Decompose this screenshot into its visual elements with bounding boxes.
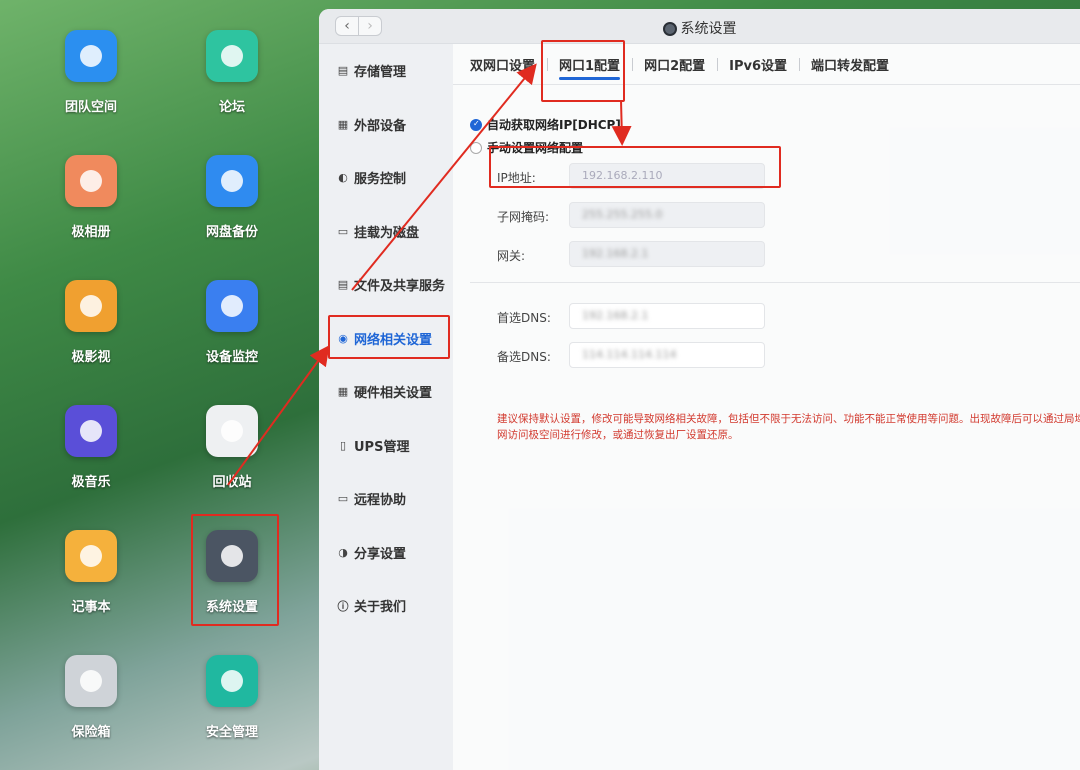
sidebar-item-ups[interactable]: ▯ UPS管理 [319,419,453,473]
video-icon [65,280,117,332]
desktop-app-security-shield[interactable]: 安全管理 [177,655,287,740]
mount-disk-icon: ▭ [337,224,349,238]
sidebar-item-label: 远程协助 [354,493,407,509]
dhcp-label: 自动获取网络IP[DHCP] [487,118,621,132]
sidebar-item-external-device[interactable]: ▦ 外部设备 [319,98,453,152]
desktop-app-label: 安全管理 [205,725,258,740]
tab-2[interactable]: 网口2配置 [632,44,717,84]
highlight-network-settings [328,315,450,359]
dns2-input[interactable]: 114.114.114.114 [569,342,765,368]
desktop-app-label: 极相册 [71,225,111,240]
gateway-label: 网关: [497,249,526,263]
sidebar-item-storage[interactable]: ▤ 存储管理 [319,44,453,98]
notepad-icon [65,530,117,582]
window-titlebar: ‹ › 系统设置 [319,9,1080,44]
trash-icon [206,405,258,457]
dns2-value: 114.114.114.114 [582,348,677,361]
highlight-port1-tab [541,40,625,102]
mask-label: 子网掩码: [497,210,550,224]
desktop-app-label: 保险箱 [71,725,111,740]
sidebar-item-label: 关于我们 [354,600,407,616]
external-device-icon: ▦ [337,117,349,131]
desktop-app-music[interactable]: 极音乐 [36,405,146,490]
remote-assist-icon: ▭ [337,492,349,506]
storage-icon: ▤ [337,64,349,78]
forum-chat-icon [206,30,258,82]
highlight-ip-field [489,146,781,188]
sidebar-item-label: 分享设置 [354,546,407,562]
warning-text: 建议保持默认设置，修改可能导致网络相关故障，包括但不限于无法访问、功能不能正常使… [497,413,1080,441]
gateway-value: 192.168.2.1 [582,247,649,260]
form-divider [470,282,1080,283]
sidebar-item-service-toggle[interactable]: ◐ 服务控制 [319,151,453,205]
dns1-input[interactable]: 192.168.2.1 [569,303,765,329]
window-title-text: 系统设置 [680,21,737,37]
sidebar-item-label: 服务控制 [354,172,407,188]
desktop-app-team-folder[interactable]: 团队空间 [36,30,146,115]
cloud-backup-icon [206,155,258,207]
desktop-app-label: 论坛 [218,100,245,115]
desktop-app-label: 网盘备份 [205,225,258,240]
photo-album-icon [65,155,117,207]
sidebar-item-remote-assist[interactable]: ▭ 远程协助 [319,472,453,526]
sidebar-item-file-share[interactable]: ▤ 文件及共享服务 [319,258,453,312]
sidebar-item-info[interactable]: ⓘ 关于我们 [319,579,453,633]
desktop-app-label: 团队空间 [64,100,117,115]
sidebar-item-label: 硬件相关设置 [354,386,433,402]
tab-4[interactable]: 端口转发配置 [799,44,901,84]
dhcp-option[interactable]: 自动获取网络IP[DHCP] [470,116,621,133]
tab-0[interactable]: 双网口设置 [470,44,547,84]
sidebar-item-label: 文件及共享服务 [354,279,446,295]
desktop-app-device-monitor[interactable]: 设备监控 [177,280,287,365]
sidebar-item-label: 存储管理 [354,65,407,81]
desktop-app-trash[interactable]: 回收站 [177,405,287,490]
system-settings-window: ‹ › 系统设置 ▤ 存储管理 ▦ 外部设备 ◐ 服务控制 ▭ 挂载为磁盘 ▤ 文件及共享服务 ◉ 网… [319,9,1080,770]
desktop-app-cloud-backup[interactable]: 网盘备份 [177,155,287,240]
device-monitor-icon [206,280,258,332]
safe-box-icon [65,655,117,707]
sidebar-item-label: 外部设备 [354,118,407,134]
tab-3[interactable]: IPv6设置 [717,44,799,84]
sidebar-item-hardware-grid[interactable]: ▦ 硬件相关设置 [319,365,453,419]
share-icon: ◑ [338,545,348,559]
desktop-app-label: 回收站 [212,475,252,490]
desktop-app-label: 记事本 [71,600,111,615]
desktop-app-label: 设备监控 [205,350,258,365]
gateway-input[interactable]: 192.168.2.1 [569,241,765,267]
service-toggle-icon: ◐ [338,171,348,185]
desktop-app-video[interactable]: 极影视 [36,280,146,365]
info-icon: ⓘ [337,599,349,613]
sidebar-item-mount-disk[interactable]: ▭ 挂载为磁盘 [319,205,453,259]
desktop-app-safe-box[interactable]: 保险箱 [36,655,146,740]
mask-value: 255.255.255.0 [582,208,663,221]
sidebar-item-label: UPS管理 [354,439,410,455]
sidebar-item-share[interactable]: ◑ 分享设置 [319,526,453,580]
mask-input[interactable]: 255.255.255.0 [569,202,765,228]
radio-checked-icon [470,118,482,131]
security-shield-icon [206,655,258,707]
desktop-app-forum-chat[interactable]: 论坛 [177,30,287,115]
music-icon [65,405,117,457]
dns1-value: 192.168.2.1 [582,309,649,322]
radio-unchecked-icon [470,141,482,154]
highlight-system-settings [191,514,279,626]
desktop-app-photo-album[interactable]: 极相册 [36,155,146,240]
settings-sidebar: ▤ 存储管理 ▦ 外部设备 ◐ 服务控制 ▭ 挂载为磁盘 ▤ 文件及共享服务 ◉ 网络相关设置 ▦ 硬件相… [319,44,453,770]
dns1-label: 首选DNS: [497,311,551,325]
ups-icon: ▯ [339,438,347,452]
sidebar-item-label: 挂载为磁盘 [354,225,420,241]
dns2-label: 备选DNS: [497,350,551,364]
file-share-icon: ▤ [337,278,349,292]
settings-gear-icon [662,22,677,36]
window-title: 系统设置 [319,18,1080,38]
desktop-app-notepad[interactable]: 记事本 [36,530,146,615]
desktop-app-label: 极影视 [71,350,111,365]
desktop-app-label: 极音乐 [71,475,111,490]
hardware-grid-icon: ▦ [337,385,349,399]
team-folder-icon [65,30,117,82]
